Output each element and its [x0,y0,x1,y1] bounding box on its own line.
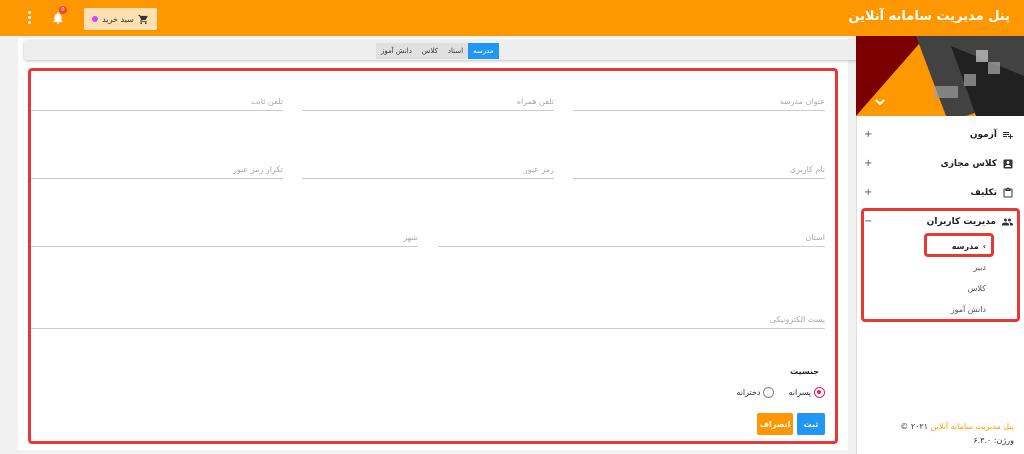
playlist-add-icon [1003,131,1013,139]
expand-toggle[interactable]: + [864,158,872,169]
gender-girls-radio[interactable]: دخترانه [736,387,775,398]
radio-unchecked-icon [763,387,775,398]
expand-toggle[interactable]: + [864,187,872,198]
gender-boys-radio[interactable]: پسرانه [788,387,825,398]
banner-image [856,36,1024,116]
email-field[interactable]: پست الکترونیکی [31,315,825,329]
cart-label: سبد خرید [102,14,134,24]
school-title-field[interactable]: عنوان مدرسه [573,97,825,111]
notification-badge: 0 [59,6,67,14]
footer-brand: پنل مدیریت سامانه آنلاین [930,422,1014,431]
highlight-user-management [861,208,1020,322]
gender-girls-label: دخترانه [736,388,761,397]
tab-class[interactable]: کلاس [416,43,443,59]
highlight-school-item [924,233,994,257]
sidebar-banner [856,36,1024,116]
footer-version: ورژن: ۶.۳.۰ [973,436,1014,445]
more-vert-icon[interactable] [28,11,32,25]
cart-dot [92,16,99,22]
password-field[interactable]: رمز عبور [302,165,554,179]
submit-button[interactable]: ثبت [797,413,825,435]
tab-school[interactable]: مدرسه [468,43,499,59]
top-app-bar: پنل مدیریت سامانه آنلاین سبد خرید 0 [0,0,1024,36]
sidebar-item-assignment[interactable]: تکلیف + [856,178,1024,207]
cancel-button[interactable]: انصراف [757,413,793,435]
mobile-field[interactable]: تلفن همراه [302,97,554,111]
sidebar-item-virtual-class[interactable]: کلاس مجازی + [856,149,1024,178]
password-repeat-field[interactable]: تکرار رمز عبور [31,165,283,179]
sidebar-item-exam[interactable]: آزمون + [856,120,1024,149]
tab-teacher[interactable]: استاد [442,43,469,59]
cart-icon [138,14,148,24]
username-field[interactable]: نام کاربری [573,165,825,179]
clipboard-icon [1003,187,1013,197]
left-gutter [0,36,18,454]
sidebar-item-label: آزمون [969,129,997,140]
radio-checked-icon [814,387,825,398]
footer-year: ۲۰۲۱ [910,422,928,431]
tab-bar: مدرسه استاد کلاس دانش آموز [24,40,866,60]
school-form: عنوان مدرسه تلفن همراه تلفن ثابت نام کار… [28,68,838,444]
city-field[interactable]: شهر [31,233,418,247]
account-box-icon [1003,159,1013,168]
sidebar-item-label: کلاس مجازی [940,158,998,169]
gender-boys-label: پسرانه [788,388,811,397]
cart-button[interactable]: سبد خرید [84,8,157,30]
app-title: پنل مدیریت سامانه آنلاین [848,9,1010,24]
sidebar-item-label: تکلیف [970,187,997,198]
expand-toggle[interactable]: + [864,129,872,140]
tab-student[interactable]: دانش آموز [376,43,417,59]
gender-label: جنسیت [790,367,819,376]
province-field[interactable]: استان [438,233,825,247]
sidebar-footer: پنل مدیریت سامانه آنلاین ۲۰۲۱ © ورژن: ۶.… [900,420,1014,448]
gender-radio-group: پسرانه دخترانه [736,387,825,398]
phone-field[interactable]: تلفن ثابت [31,97,283,111]
